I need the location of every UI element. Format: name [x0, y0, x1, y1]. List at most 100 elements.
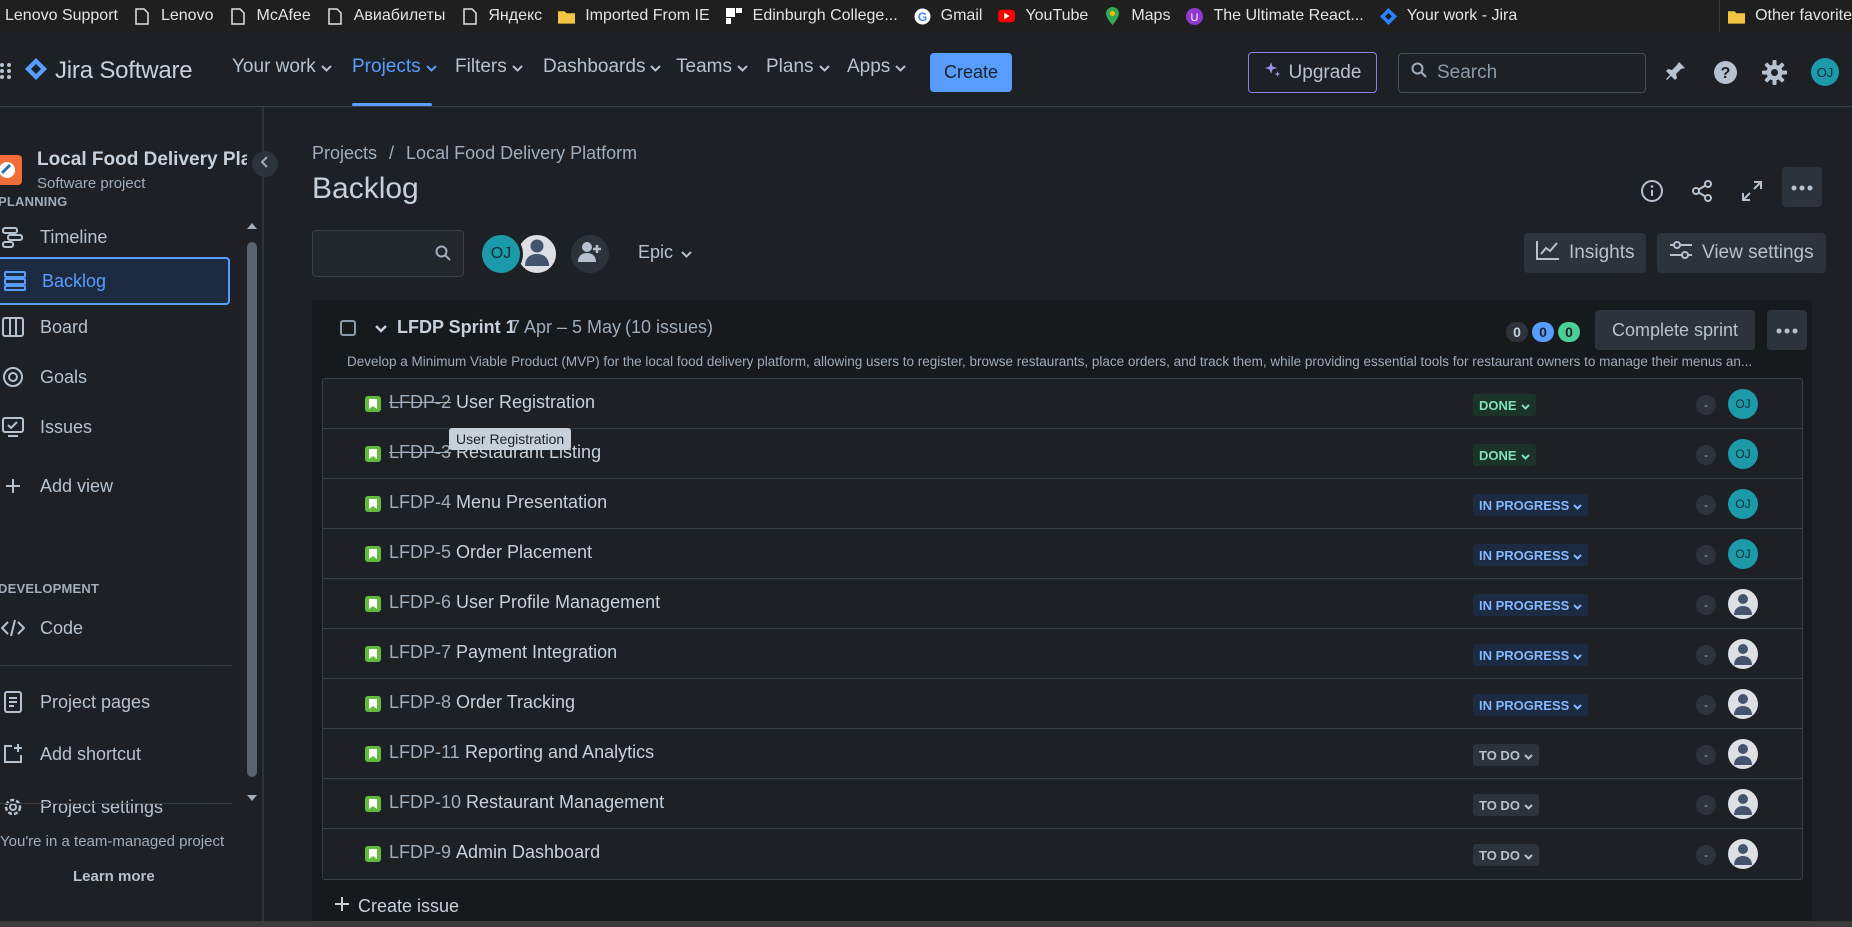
bookmark-yandex[interactable]: Яндекс — [456, 0, 553, 32]
issue-summary[interactable]: Reporting and Analytics — [465, 742, 654, 763]
bookmark-lenovo[interactable]: Lenovo — [129, 0, 225, 32]
status-dropdown[interactable]: IN PROGRESS — [1473, 494, 1589, 516]
help-icon[interactable]: ? — [1713, 60, 1738, 90]
sidebar-item-goals[interactable]: Goals — [0, 353, 230, 401]
issue-row[interactable]: LFDP-10 TO DO - Restaurant Management — [323, 779, 1802, 829]
bookmark-other-favorites[interactable]: Other favorite — [1719, 0, 1852, 32]
story-points-estimate[interactable]: - — [1696, 595, 1716, 615]
issue-summary[interactable]: Payment Integration — [456, 642, 617, 663]
issue-summary[interactable]: Admin Dashboard — [456, 842, 600, 863]
epic-filter-dropdown[interactable]: Epic — [638, 242, 692, 263]
upgrade-button[interactable]: Upgrade — [1248, 52, 1377, 93]
issue-key[interactable]: LFDP-2 — [389, 392, 451, 413]
bookmark-jira[interactable]: Your work - Jira — [1375, 0, 1529, 32]
status-dropdown[interactable]: TO DO — [1473, 744, 1539, 766]
bookmark-gmail[interactable]: G Gmail — [909, 0, 994, 32]
info-icon[interactable] — [1636, 175, 1668, 207]
breadcrumb-project[interactable]: Local Food Delivery Platform — [406, 143, 637, 164]
unassigned-avatar[interactable] — [1728, 789, 1758, 819]
sprint-select-checkbox[interactable] — [340, 320, 356, 336]
breadcrumb-projects[interactable]: Projects — [312, 143, 377, 164]
issue-key[interactable]: LFDP-6 — [389, 592, 451, 613]
status-dropdown[interactable]: DONE — [1473, 394, 1536, 416]
issue-key[interactable]: LFDP-4 — [389, 492, 451, 513]
status-dropdown[interactable]: IN PROGRESS — [1473, 544, 1589, 566]
assignee-avatar[interactable]: OJ — [1728, 439, 1758, 469]
jira-logo[interactable]: Jira Software — [25, 57, 193, 85]
sidebar-scroll-thumb[interactable] — [247, 242, 257, 777]
issue-key[interactable]: LFDP-7 — [389, 642, 451, 663]
issue-summary[interactable]: Order Tracking — [456, 692, 575, 713]
issue-key[interactable]: LFDP-8 — [389, 692, 451, 713]
status-dropdown[interactable]: IN PROGRESS — [1473, 694, 1589, 716]
complete-sprint-button[interactable]: Complete sprint — [1595, 310, 1755, 350]
story-points-estimate[interactable]: - — [1696, 695, 1716, 715]
view-settings-button[interactable]: View settings — [1657, 233, 1826, 273]
story-points-estimate[interactable]: - — [1696, 745, 1716, 765]
insights-button[interactable]: Insights — [1524, 233, 1647, 273]
issue-row[interactable]: LFDP-7 IN PROGRESS - Payment Integration — [323, 629, 1802, 679]
nav-plans[interactable]: Plans — [766, 56, 830, 78]
story-points-estimate[interactable]: - — [1696, 445, 1716, 465]
issue-key[interactable]: LFDP-10 — [389, 792, 461, 813]
sidebar-item-timeline[interactable]: Timeline — [0, 213, 230, 261]
bookmark-imported-from-ie[interactable]: Imported From IE — [553, 0, 720, 32]
app-switcher-icon[interactable] — [0, 62, 12, 85]
nav-teams[interactable]: Teams — [676, 56, 748, 78]
create-issue-button[interactable]: Create issue — [334, 896, 459, 917]
nav-dashboards[interactable]: Dashboards — [543, 56, 662, 78]
chevron-down-icon[interactable] — [375, 320, 387, 338]
nav-apps[interactable]: Apps — [847, 56, 907, 78]
expand-icon[interactable] — [1736, 175, 1768, 207]
bookmark-youtube[interactable]: YouTube — [993, 0, 1099, 32]
issue-summary[interactable]: Order Placement — [456, 542, 592, 563]
bookmark-ultimate-react[interactable]: U The Ultimate React... — [1181, 0, 1374, 32]
global-search-input[interactable]: Search — [1398, 53, 1646, 93]
sprint-more-button[interactable] — [1767, 310, 1807, 350]
notifications-icon[interactable] — [1665, 60, 1687, 87]
sidebar-item-project-pages[interactable]: Project pages — [0, 678, 230, 726]
filter-avatar-oj[interactable]: OJ — [479, 232, 523, 276]
user-avatar[interactable]: OJ — [1811, 58, 1839, 86]
story-points-estimate[interactable]: - — [1696, 645, 1716, 665]
backlog-search-input[interactable] — [312, 230, 464, 277]
sidebar-item-issues[interactable]: Issues — [0, 403, 230, 451]
create-button[interactable]: Create — [930, 53, 1012, 92]
issue-row[interactable]: LFDP-11 TO DO - Reporting and Analytics — [323, 729, 1802, 779]
story-points-estimate[interactable]: - — [1696, 545, 1716, 565]
unassigned-avatar[interactable] — [1728, 639, 1758, 669]
nav-filters[interactable]: Filters — [455, 56, 523, 78]
unassigned-avatar[interactable] — [1728, 839, 1758, 869]
sidebar-item-board[interactable]: Board — [0, 303, 230, 351]
more-actions-button[interactable] — [1782, 167, 1822, 207]
status-dropdown[interactable]: DONE — [1473, 444, 1536, 466]
assignee-avatar[interactable]: OJ — [1728, 539, 1758, 569]
issue-row[interactable]: LFDP-5 IN PROGRESS - OJ Order Placement — [323, 529, 1802, 579]
sidebar-item-code[interactable]: Code — [0, 604, 230, 652]
add-view-button[interactable]: Add view — [0, 462, 230, 510]
bookmark-lenovo-support[interactable]: Lenovo Support — [0, 0, 129, 32]
story-points-estimate[interactable]: - — [1696, 495, 1716, 515]
bookmark-maps[interactable]: Maps — [1099, 0, 1181, 32]
issue-key[interactable]: LFDP-3 — [389, 442, 451, 463]
status-dropdown[interactable]: TO DO — [1473, 794, 1539, 816]
add-people-button[interactable] — [568, 232, 612, 276]
bookmark-aviabilety[interactable]: Авиабилеты — [322, 0, 457, 32]
nav-your-work[interactable]: Your work — [232, 56, 332, 78]
settings-gear-icon[interactable] — [1762, 60, 1787, 90]
issue-row[interactable]: LFDP-2 DONE - OJ User Registration — [323, 379, 1802, 429]
issue-key[interactable]: LFDP-5 — [389, 542, 451, 563]
learn-more-link[interactable]: Learn more — [73, 868, 155, 885]
issue-row[interactable]: LFDP-8 IN PROGRESS - Order Tracking — [323, 679, 1802, 729]
unassigned-avatar[interactable] — [1728, 689, 1758, 719]
issue-summary[interactable]: Menu Presentation — [456, 492, 607, 513]
collapse-sidebar-button[interactable] — [252, 151, 278, 177]
issue-key[interactable]: LFDP-11 — [389, 742, 460, 763]
bookmark-mcafee[interactable]: McAfee — [224, 0, 321, 32]
issue-row[interactable]: LFDP-9 TO DO - Admin Dashboard — [323, 829, 1802, 879]
project-name[interactable]: Local Food Delivery Plat... — [37, 149, 247, 171]
issue-summary[interactable]: User Registration — [456, 392, 595, 413]
status-dropdown[interactable]: IN PROGRESS — [1473, 594, 1589, 616]
sidebar-item-project-settings[interactable]: Project settings — [0, 783, 230, 831]
sidebar-item-add-shortcut[interactable]: Add shortcut — [0, 730, 230, 778]
